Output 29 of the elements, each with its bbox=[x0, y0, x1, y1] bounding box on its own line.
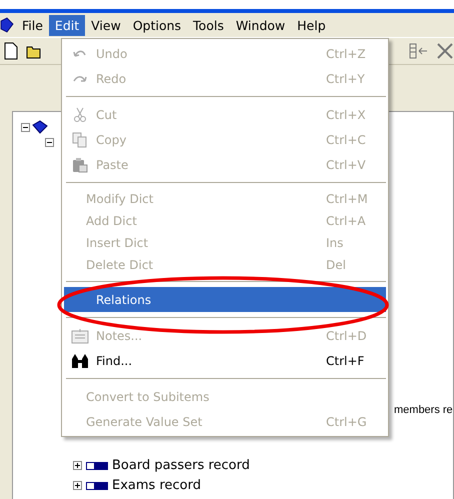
menu-item[interactable]: View bbox=[85, 14, 127, 36]
expand-icon[interactable] bbox=[73, 481, 82, 490]
menu-item[interactable]: Tools bbox=[187, 14, 230, 36]
menu-item[interactable]: Edit bbox=[48, 14, 86, 36]
menu-item[interactable]: Options bbox=[126, 14, 188, 36]
copy-icon bbox=[72, 132, 88, 148]
book-icon bbox=[0, 17, 14, 33]
layout-icon[interactable] bbox=[408, 42, 428, 60]
tree-item-label: members re bbox=[394, 404, 453, 416]
menu-option[interactable]: Find... Ctrl+F bbox=[64, 348, 386, 373]
binoculars-icon bbox=[70, 352, 90, 368]
menu-item[interactable]: Window bbox=[230, 14, 292, 36]
tree-item[interactable]: Board passers record bbox=[112, 458, 250, 473]
clipboard-icon bbox=[72, 156, 88, 172]
menu-option[interactable]: Relations bbox=[64, 287, 386, 312]
collapse-icon[interactable] bbox=[45, 138, 54, 147]
menu-item[interactable]: File bbox=[16, 14, 49, 36]
notepad-icon bbox=[71, 328, 89, 344]
scissors-icon bbox=[74, 106, 86, 122]
collapse-icon[interactable] bbox=[21, 122, 30, 132]
new-document-icon[interactable] bbox=[4, 42, 18, 60]
record-icon bbox=[86, 482, 108, 490]
expand-icon[interactable] bbox=[73, 461, 82, 470]
book-icon bbox=[32, 120, 48, 134]
tree-item[interactable]: Exams record bbox=[112, 478, 201, 493]
close-icon[interactable] bbox=[436, 42, 454, 60]
record-icon bbox=[86, 462, 108, 470]
undo-icon bbox=[72, 48, 88, 60]
menu-item[interactable]: Help bbox=[291, 14, 332, 36]
